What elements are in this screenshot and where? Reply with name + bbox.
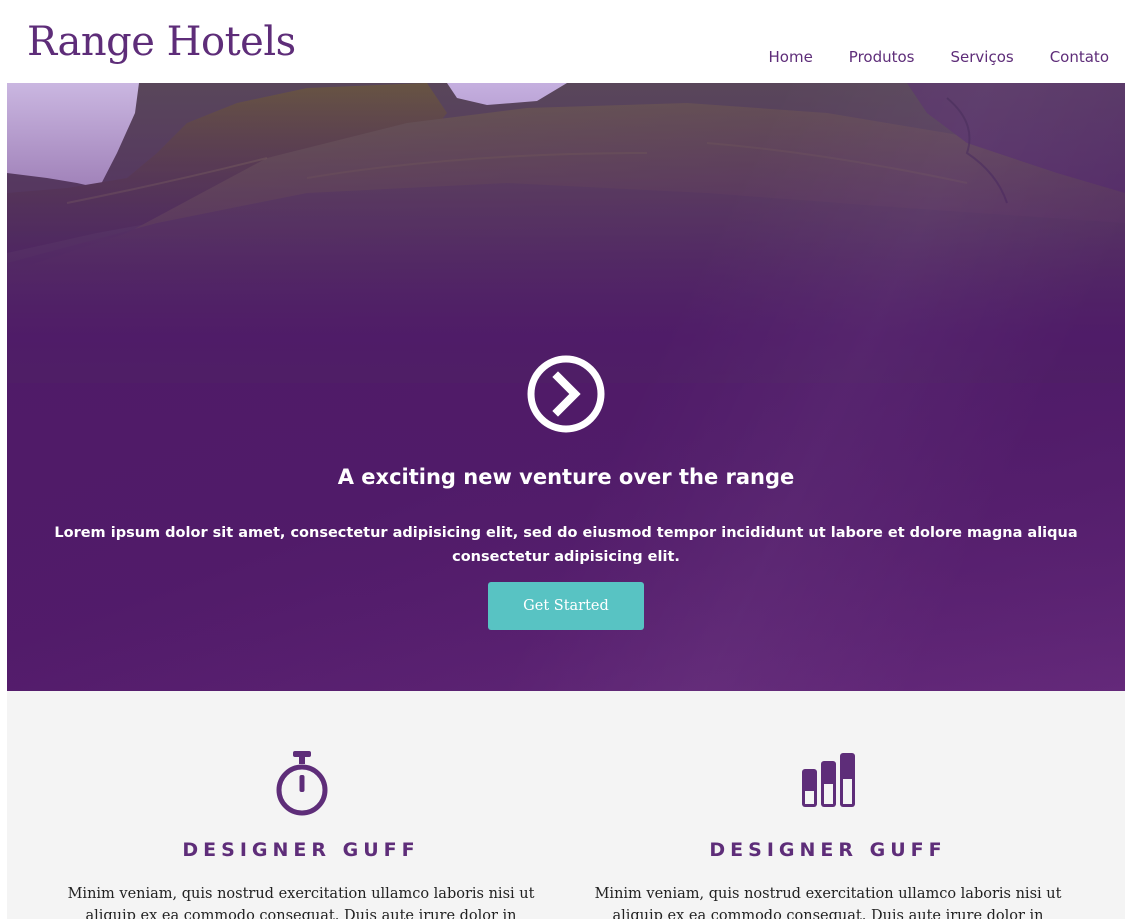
get-started-button[interactable]: Get Started [488,582,644,630]
main-nav: Home Produtos Serviços Contato [733,47,1110,67]
feature-title: DESIGNER GUFF [182,839,420,861]
features-section: DESIGNER GUFF Minim veniam, quis nostrud… [7,691,1125,919]
nav-link-produtos[interactable]: Produtos [849,47,915,67]
nav-link-contato[interactable]: Contato [1050,47,1109,67]
feature-text: Minim veniam, quis nostrud exercitation … [594,886,1062,919]
logo[interactable]: Range Hotels [27,16,296,68]
hero-title: A exciting new venture over the range [337,465,795,489]
nav-link-home[interactable]: Home [769,47,813,67]
bar-chart-icon [802,753,855,807]
hero-section: A exciting new venture over the range Lo… [7,83,1125,691]
feature-title: DESIGNER GUFF [709,839,947,861]
feature-text: Minim veniam, quis nostrud exercitation … [67,886,535,919]
hero-description: Lorem ipsum dolor sit amet, consectetur … [54,525,1078,565]
chevron-right-circle-icon[interactable] [526,354,606,434]
site-header: Range Hotels Home Produtos Serviços Cont… [0,0,1126,83]
stopwatch-icon [276,751,328,816]
nav-link-servicos[interactable]: Serviços [951,47,1014,67]
